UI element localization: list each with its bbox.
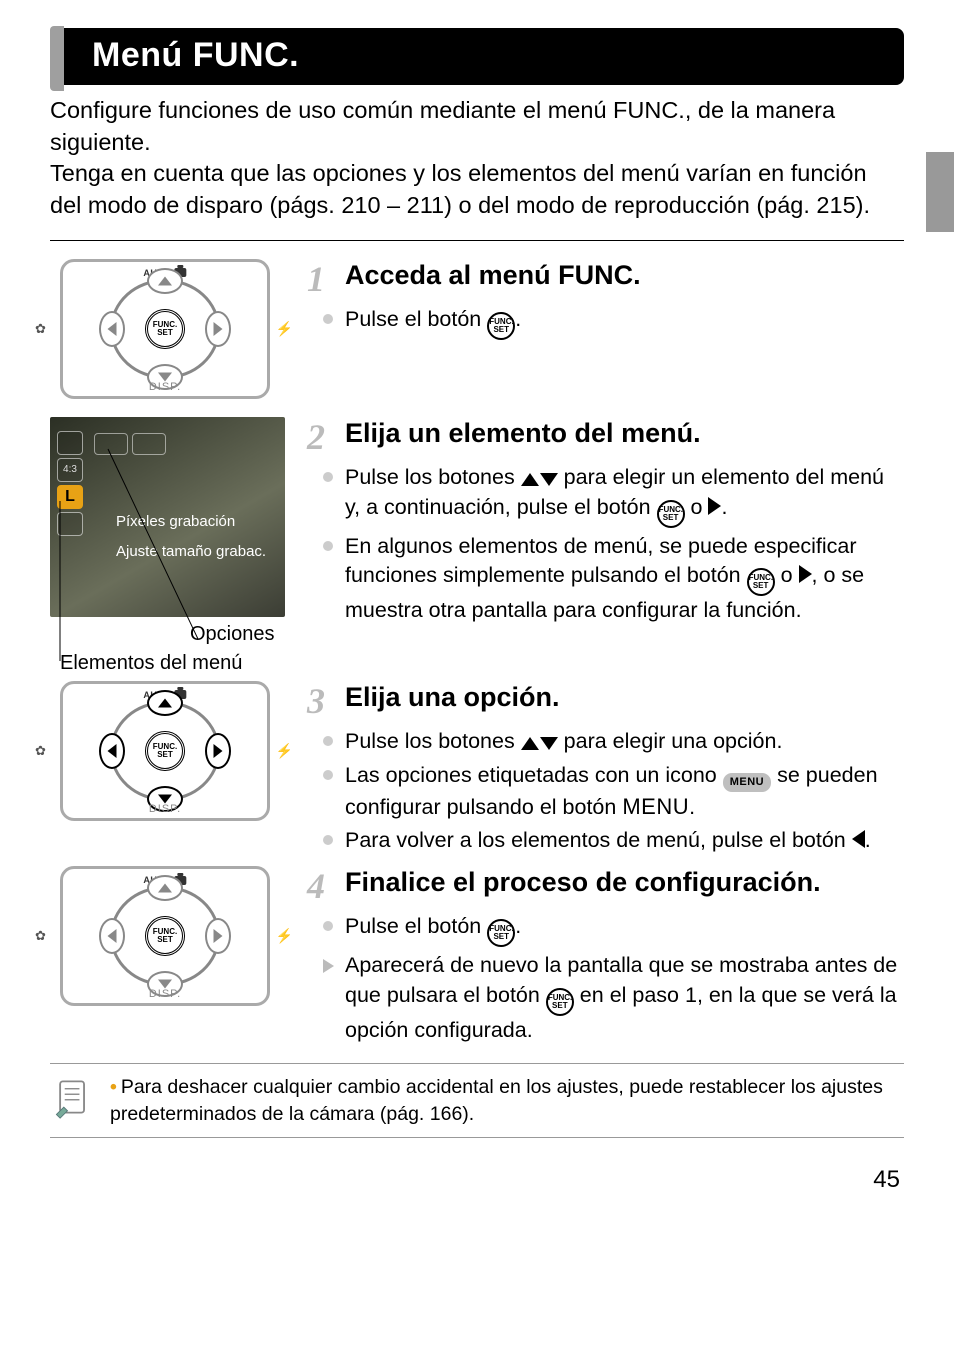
- flash-icon: ⚡: [276, 742, 293, 759]
- updown-icon: [521, 473, 558, 486]
- step-title-2: Elija un elemento del menú.: [345, 417, 701, 449]
- updown-icon: [521, 737, 558, 750]
- step-number-1: 1: [307, 261, 333, 297]
- page-title: Menú FUNC.: [50, 28, 904, 85]
- divider: [50, 240, 904, 241]
- step-title-4: Finalice el proceso de configuración.: [345, 866, 821, 898]
- func-icon: [747, 568, 775, 596]
- intro-paragraph-2: Tenga en cuenta que las opciones y los e…: [50, 158, 904, 221]
- step4-item2: Aparecerá de nuevo la pantalla que se mo…: [345, 951, 904, 1045]
- step-number-3: 3: [307, 683, 333, 719]
- left-icon: [852, 830, 865, 848]
- step-title-3: Elija una opción.: [345, 681, 560, 713]
- right-icon: [799, 565, 812, 583]
- flash-icon: ⚡: [276, 320, 293, 337]
- step-title-1: Acceda al menú FUNC.: [345, 259, 641, 291]
- intro-text: Configure funciones de uso común mediant…: [50, 95, 904, 222]
- step3-item2: Las opciones etiquetadas con un icono ME…: [345, 761, 904, 823]
- func-icon: [546, 988, 574, 1016]
- step2-item2: En algunos elementos de menú, se puede e…: [345, 532, 904, 626]
- func-set-button-icon: FUNC. SET: [145, 916, 185, 956]
- func-icon: [487, 919, 515, 947]
- macro-icon: ✿: [35, 928, 46, 944]
- right-icon: [708, 497, 721, 515]
- caption-elementos: Elementos del menú: [60, 652, 285, 675]
- step4-item1: Pulse el botón .: [345, 912, 904, 947]
- macro-icon: ✿: [35, 321, 46, 337]
- func-set-button-icon: FUNC. SET: [145, 731, 185, 771]
- note-box: •Para deshacer cualquier cambio accident…: [50, 1063, 904, 1138]
- menu-word-icon: MENU: [622, 794, 689, 819]
- strip-cell: 4:3: [57, 458, 83, 482]
- section-tab: [926, 152, 954, 232]
- illustration-step1: AUTO ✿ ⚡ FUNC. SET DISP.: [60, 259, 270, 399]
- note-bullet-icon: •: [110, 1076, 117, 1098]
- macro-icon: ✿: [35, 743, 46, 759]
- pencil-note-icon: [54, 1074, 92, 1125]
- step2-item1: Pulse los botones para elegir un element…: [345, 463, 904, 528]
- step3-item3: Para volver a los elementos de menú, pul…: [345, 826, 904, 856]
- flash-icon: ⚡: [276, 928, 293, 945]
- intro-paragraph-1: Configure funciones de uso común mediant…: [50, 95, 904, 158]
- illustration-step3: AUTO ✿ ⚡ FUNC. SET DISP.: [60, 681, 270, 821]
- note-text: •Para deshacer cualquier cambio accident…: [110, 1074, 900, 1127]
- step-number-4: 4: [307, 868, 333, 904]
- func-icon: [487, 312, 515, 340]
- disp-label: DISP.: [149, 988, 181, 1000]
- func-icon: [657, 500, 685, 528]
- menu-pill-icon: MENU: [723, 773, 771, 792]
- disp-label: DISP.: [149, 381, 181, 393]
- step-number-2: 2: [307, 419, 333, 455]
- strip-cell: [57, 431, 83, 455]
- illustration-step4: AUTO ✿ ⚡ FUNC. SET DISP.: [60, 866, 270, 1006]
- func-set-button-icon: FUNC. SET: [145, 309, 185, 349]
- step1-item1: Pulse el botón .: [345, 305, 904, 340]
- disp-label: DISP.: [149, 803, 181, 815]
- page-number: 45: [50, 1166, 904, 1194]
- step3-item1: Pulse los botones para elegir una opción…: [345, 727, 904, 757]
